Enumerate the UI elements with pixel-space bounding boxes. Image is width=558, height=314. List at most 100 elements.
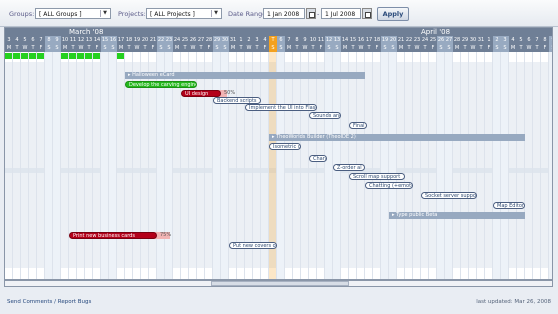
day-cell: 20 T <box>141 36 149 52</box>
grid-column <box>541 52 549 279</box>
grid-column <box>213 52 221 279</box>
day-cell: 17 M <box>117 36 125 52</box>
day-cell: 6W <box>525 36 533 52</box>
day-cell: 9W <box>301 36 309 52</box>
grid-column <box>485 52 493 279</box>
day-cell: 30 W <box>469 36 477 52</box>
day-cell: 4M <box>509 36 517 52</box>
day-cell: 11 F <box>317 36 325 52</box>
horizontal-scrollbar[interactable] <box>4 280 553 287</box>
task-bar[interactable]: Implement the UI into Flash <box>245 104 317 111</box>
grid-column <box>221 52 229 279</box>
day-cell: 7F <box>37 36 45 52</box>
day-cell: 7M <box>285 36 293 52</box>
day-cell: 6T <box>29 36 37 52</box>
grid-column <box>29 52 37 279</box>
project-summary-bar[interactable]: ▸ TheoWorlds Builder (TheoIDE 2) <box>269 134 525 141</box>
task-bar[interactable]: Socket server support <box>421 192 477 199</box>
grid-column <box>445 52 453 279</box>
task-bar[interactable]: Z-order al <box>333 164 365 171</box>
task-bar[interactable]: Map Editor <box>493 202 525 209</box>
scroll-thumb[interactable] <box>211 281 349 286</box>
grid-column <box>45 52 53 279</box>
chevron-down-icon: ▼ <box>100 10 109 17</box>
end-date-field[interactable]: 1 Jul 2008 <box>321 8 361 19</box>
grid-column <box>453 52 461 279</box>
grid-column <box>205 52 213 279</box>
day-cell: 6S <box>277 36 285 52</box>
month-header: March '08 April '08 <box>5 28 552 36</box>
progress-label: 50% <box>224 90 236 96</box>
day-cell: 7T <box>533 36 541 52</box>
day-cell: 29 T <box>461 36 469 52</box>
grid-column <box>325 52 333 279</box>
grid-column <box>69 52 77 279</box>
grid-column <box>53 52 61 279</box>
filter-toolbar: Groups: [ ALL Groups ] ▼ Projects: [ ALL … <box>0 0 558 27</box>
start-date-field[interactable]: 1 Jan 2008 <box>263 8 305 19</box>
grid-column <box>477 52 485 279</box>
task-bar[interactable]: Sounds and <box>309 112 341 119</box>
day-cell: 8F <box>541 36 549 52</box>
task-bar[interactable]: Scroll map support <box>349 173 405 180</box>
day-cell: 18 F <box>373 36 381 52</box>
date-separator: - <box>317 10 320 18</box>
day-cell: 27 S <box>445 36 453 52</box>
calendar-icon[interactable] <box>362 8 372 19</box>
groups-select[interactable]: [ ALL Groups ] ▼ <box>35 8 111 19</box>
day-cell: 2W <box>245 36 253 52</box>
task-bar[interactable]: Chara <box>309 155 327 162</box>
day-cell: 18 T <box>125 36 133 52</box>
calendar-icon[interactable] <box>306 8 316 19</box>
groups-label: Groups: <box>9 10 35 18</box>
day-cell: 12 S <box>325 36 333 52</box>
today-marker: TS <box>269 36 277 52</box>
project-summary-bar[interactable]: ▸ Halloween eCard <box>125 72 365 79</box>
task-bar[interactable]: Put new covers on <box>229 242 277 249</box>
task-bar[interactable]: UI design <box>181 90 221 97</box>
task-bar[interactable]: Final <box>349 122 367 129</box>
task-bar[interactable]: Isometric c <box>269 143 301 150</box>
footer: Send Comments / Report Bugs last updated… <box>0 296 558 314</box>
day-cell: 16 S <box>109 36 117 52</box>
grid-column <box>533 52 541 279</box>
day-cell: 1F <box>485 36 493 52</box>
day-cell: 5W <box>21 36 29 52</box>
day-cell: 25 F <box>429 36 437 52</box>
projects-select[interactable]: [ ALL Projects ] ▼ <box>146 8 222 19</box>
grid-column <box>469 52 477 279</box>
day-cell: 26 W <box>189 36 197 52</box>
project-summary-bar[interactable]: ▸ Type public Beta <box>389 212 525 219</box>
day-cell: 14 F <box>93 36 101 52</box>
day-cell: 15 T <box>349 36 357 52</box>
feedback-link[interactable]: Send Comments / Report Bugs <box>7 299 91 305</box>
month-march: March '08 <box>69 28 104 36</box>
grid-column <box>309 52 317 279</box>
progress-label: 75% <box>160 232 172 238</box>
task-bar[interactable]: Backend scripts <box>213 97 261 104</box>
grid-column <box>397 52 405 279</box>
day-cell: 3S <box>501 36 509 52</box>
day-cell: 5T <box>517 36 525 52</box>
day-cell: 8T <box>293 36 301 52</box>
day-cell: 8S <box>45 36 53 52</box>
grid-column <box>293 52 301 279</box>
grid-column <box>373 52 381 279</box>
day-cell: 4F <box>261 36 269 52</box>
grid-column <box>365 52 373 279</box>
task-bar[interactable]: Develop the carving engine <box>125 81 197 88</box>
day-cell: 22 S <box>157 36 165 52</box>
day-cell: 27 T <box>197 36 205 52</box>
day-cell: 17 T <box>365 36 373 52</box>
grid-column <box>437 52 445 279</box>
task-bar[interactable]: Print new business cards <box>69 232 157 239</box>
task-bar[interactable]: Chatting (+emoticon) <box>365 182 413 189</box>
day-cell: 13 S <box>333 36 341 52</box>
grid-column <box>109 52 117 279</box>
grid-column <box>13 52 21 279</box>
day-cell: 30 S <box>221 36 229 52</box>
day-cell: 29 S <box>213 36 221 52</box>
apply-button[interactable]: Apply <box>377 7 409 21</box>
grid-column <box>21 52 29 279</box>
grid-column <box>277 52 285 279</box>
